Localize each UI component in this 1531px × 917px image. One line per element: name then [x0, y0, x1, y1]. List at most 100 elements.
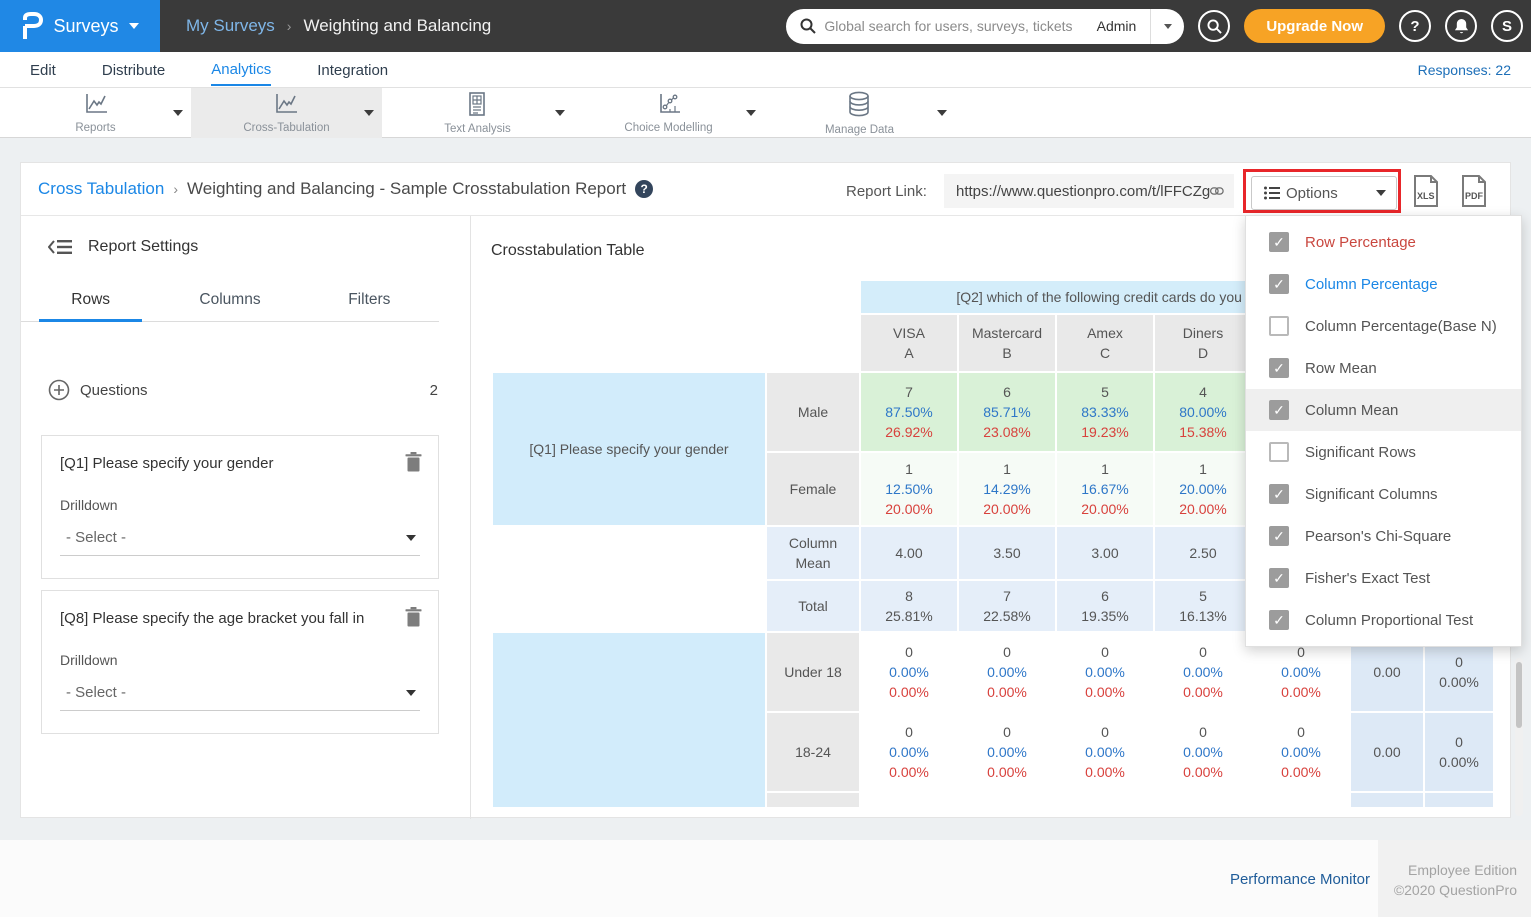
- search-icon: [1207, 19, 1222, 34]
- toolbar-item-choice-modelling[interactable]: Choice Modelling: [573, 88, 764, 138]
- drilldown-select[interactable]: - Select -: [60, 529, 420, 556]
- xls-file-icon: XLS: [1412, 175, 1440, 207]
- option-fisher-s-exact-test[interactable]: ✓Fisher's Exact Test: [1246, 557, 1521, 599]
- tab-rows[interactable]: Rows: [21, 281, 160, 321]
- table-cell: 722.58%: [959, 581, 1055, 631]
- questions-count: 2: [430, 382, 438, 399]
- global-search[interactable]: Admin: [786, 9, 1184, 44]
- trash-icon: [405, 459, 422, 476]
- surveys-product-switcher[interactable]: Surveys: [0, 0, 160, 52]
- help-button[interactable]: ?: [1399, 10, 1431, 42]
- drilldown-select[interactable]: - Select -: [60, 684, 420, 711]
- questions-label: Questions: [80, 382, 148, 399]
- checkbox-checked-icon[interactable]: ✓: [1269, 358, 1289, 378]
- chevron-down-icon: [406, 690, 416, 696]
- chevron-down-icon[interactable]: [555, 110, 565, 116]
- tab-columns[interactable]: Columns: [160, 281, 299, 321]
- checkbox-checked-icon[interactable]: ✓: [1269, 484, 1289, 504]
- tab-filters[interactable]: Filters: [300, 281, 439, 321]
- search-submit-button[interactable]: [1198, 10, 1230, 42]
- pdf-file-icon: PDF: [1460, 175, 1488, 207]
- option-column-mean[interactable]: ✓Column Mean: [1246, 389, 1521, 431]
- search-input[interactable]: [824, 18, 1090, 34]
- edition-line1: Employee Edition: [1378, 860, 1517, 880]
- cross-tabulation-link[interactable]: Cross Tabulation: [38, 179, 164, 199]
- option-column-percentage-base-n[interactable]: Column Percentage(Base N): [1246, 305, 1521, 347]
- checkbox-checked-icon[interactable]: ✓: [1269, 274, 1289, 294]
- chevron-down-icon[interactable]: [173, 110, 183, 116]
- row-mean-cell: 0.00: [1351, 713, 1423, 791]
- option-row-percentage[interactable]: ✓Row Percentage: [1246, 221, 1521, 263]
- delete-question-button[interactable]: [405, 452, 422, 477]
- document-icon: [467, 92, 487, 121]
- add-question-icon[interactable]: [48, 379, 70, 401]
- table-cell: 4.00: [861, 527, 957, 579]
- chevron-down-icon: [1376, 190, 1386, 196]
- nav-tab-distribute[interactable]: Distribute: [102, 54, 165, 85]
- line-chart-icon: [84, 93, 108, 120]
- toolbar-item-text-analysis[interactable]: Text Analysis: [382, 88, 573, 138]
- collapse-panel-icon[interactable]: [48, 239, 72, 255]
- option-column-proportional-test[interactable]: ✓Column Proportional Test: [1246, 599, 1521, 641]
- option-pearson-s-chi-square[interactable]: ✓Pearson's Chi-Square: [1246, 515, 1521, 557]
- survey-nav: Edit Distribute Analytics Integration Respon…: [0, 52, 1531, 88]
- report-link-field[interactable]: https://www.questionpro.com/t/lFFCZg: [944, 174, 1234, 208]
- option-significant-rows[interactable]: Significant Rows: [1246, 431, 1521, 473]
- breadcrumb-my-surveys[interactable]: My Surveys: [186, 16, 275, 36]
- table-cell: 114.29%20.00%: [959, 453, 1055, 525]
- checkbox-checked-icon[interactable]: ✓: [1269, 232, 1289, 252]
- toolbar-item-cross-tabulation[interactable]: Cross-Tabulation: [191, 88, 382, 138]
- svg-text:PDF: PDF: [1465, 191, 1484, 201]
- checkbox-checked-icon[interactable]: ✓: [1269, 526, 1289, 546]
- option-row-mean[interactable]: ✓Row Mean: [1246, 347, 1521, 389]
- option-significant-columns[interactable]: ✓Significant Columns: [1246, 473, 1521, 515]
- drilldown-label: Drilldown: [60, 497, 420, 513]
- responses-count: Responses: 22: [1418, 62, 1511, 78]
- chevron-down-icon[interactable]: [746, 110, 756, 116]
- settings-title: Report Settings: [88, 238, 198, 256]
- table-cell: 2.50: [1155, 527, 1251, 579]
- chevron-down-icon[interactable]: [364, 110, 374, 116]
- questionpro-logo-icon: [21, 12, 43, 40]
- checkbox-checked-icon[interactable]: ✓: [1269, 610, 1289, 630]
- table-cell: 00.00%0.00%: [1253, 713, 1349, 791]
- table-scrollbar[interactable]: [1515, 658, 1523, 816]
- report-url: https://www.questionpro.com/t/lFFCZg: [944, 183, 1210, 200]
- checkbox-checked-icon[interactable]: ✓: [1269, 400, 1289, 420]
- search-scope-dropdown[interactable]: [1150, 9, 1184, 44]
- upgrade-now-button[interactable]: Upgrade Now: [1244, 9, 1385, 43]
- export-xls-button[interactable]: XLS: [1412, 175, 1440, 212]
- help-icon[interactable]: ?: [635, 180, 653, 198]
- table-cell: 00.00%0.00%: [861, 713, 957, 791]
- scrollbar-thumb[interactable]: [1516, 662, 1522, 728]
- crosstab-table-title: Crosstabulation Table: [491, 242, 645, 260]
- breadcrumb: My Surveys › Weighting and Balancing: [186, 16, 491, 36]
- search-scope-label: Admin: [1091, 18, 1151, 34]
- chevron-down-icon: [406, 535, 416, 541]
- chevron-down-icon[interactable]: [937, 110, 947, 116]
- table-cell: 00.00%0.00%: [959, 713, 1055, 791]
- nav-tab-integration[interactable]: Integration: [317, 54, 388, 85]
- options-label: Options: [1286, 185, 1338, 202]
- nav-tab-edit[interactable]: Edit: [30, 54, 56, 85]
- delete-question-button[interactable]: [405, 607, 422, 632]
- question-card-title: [Q1] Please specify your gender: [60, 455, 390, 472]
- toolbar-item-reports[interactable]: Reports: [0, 88, 191, 138]
- account-avatar[interactable]: S: [1491, 10, 1523, 42]
- performance-monitor-link[interactable]: Performance Monitor: [1230, 871, 1370, 888]
- checkbox-unchecked-icon[interactable]: [1269, 442, 1289, 462]
- toolbar-item-manage-data[interactable]: Manage Data: [764, 88, 955, 138]
- chevron-down-icon: [1164, 24, 1172, 29]
- table-cell: 516.13%: [1155, 581, 1251, 631]
- column-header: MastercardB: [959, 315, 1055, 371]
- checkbox-unchecked-icon[interactable]: [1269, 316, 1289, 336]
- checkbox-checked-icon[interactable]: ✓: [1269, 568, 1289, 588]
- export-pdf-button[interactable]: PDF: [1460, 175, 1488, 212]
- database-icon: [847, 91, 871, 122]
- nav-tab-analytics[interactable]: Analytics: [211, 53, 271, 86]
- option-column-percentage[interactable]: ✓Column Percentage: [1246, 263, 1521, 305]
- notifications-button[interactable]: [1445, 10, 1477, 42]
- options-button[interactable]: Options: [1251, 176, 1397, 210]
- topbar-actions: Admin Upgrade Now ? S: [786, 0, 1523, 52]
- row-question-cell: [493, 633, 765, 807]
